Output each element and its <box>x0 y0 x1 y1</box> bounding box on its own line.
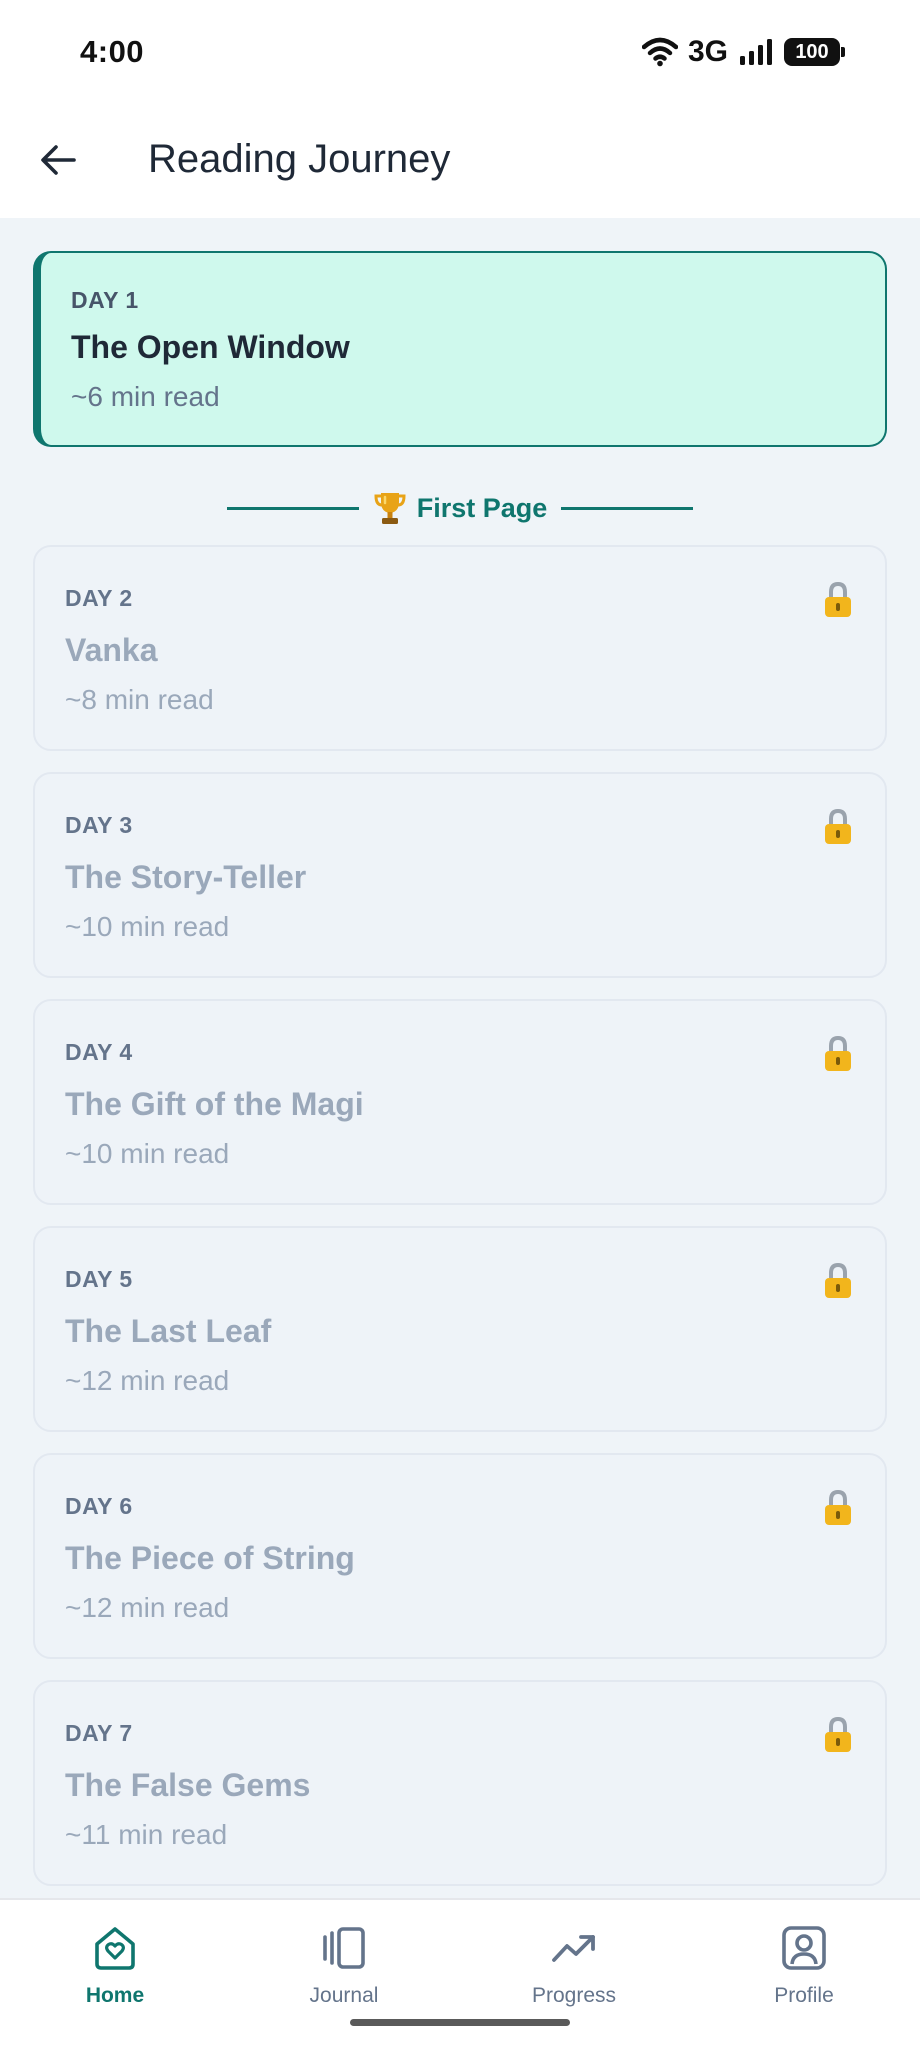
day-card-3[interactable]: DAY 3 The Story-Teller ~10 min read <box>33 772 887 978</box>
status-icons: 3G 100 <box>641 34 845 70</box>
read-time: ~12 min read <box>65 1365 230 1396</box>
read-time: ~10 min read <box>65 1138 230 1169</box>
nav-label: Progress <box>531 1984 617 2007</box>
day-card-7[interactable]: DAY 7 The False Gems ~11 min read <box>33 1680 887 1886</box>
story-title: The Open Window <box>71 329 350 365</box>
read-time: ~12 min read <box>65 1592 230 1623</box>
back-button[interactable] <box>30 132 86 188</box>
battery-level: 100 <box>795 40 829 63</box>
nav-label: Journal <box>309 1984 379 2007</box>
lock-icon <box>825 1035 851 1071</box>
home-heart-icon <box>95 1927 135 1970</box>
trending-up-icon <box>552 1935 595 1962</box>
milestone-line-right <box>561 506 694 510</box>
milestone-divider: First Page <box>0 486 920 530</box>
signal-icon <box>740 39 772 65</box>
bottom-nav: Home Journal Progress Profile <box>0 1898 920 2048</box>
lock-icon <box>825 1262 851 1298</box>
nav-label: Home <box>85 1984 145 2007</box>
day-label: DAY 6 <box>65 1493 133 1519</box>
lock-icon <box>825 1489 851 1525</box>
day-card-1[interactable]: DAY 1 The Open Window ~6 min read <box>33 251 887 447</box>
day-label: DAY 3 <box>65 812 133 838</box>
status-time: 4:00 <box>80 34 145 69</box>
story-title: The False Gems <box>65 1767 311 1803</box>
story-title: The Last Leaf <box>65 1313 272 1349</box>
home-indicator[interactable] <box>350 2019 570 2026</box>
milestone-line-left <box>226 506 359 510</box>
battery-icon: 100 <box>784 38 845 66</box>
read-time: ~11 min read <box>65 1819 228 1850</box>
story-title: The Gift of the Magi <box>65 1086 364 1122</box>
page-title: Reading Journey <box>148 137 451 181</box>
nav-label: Profile <box>774 1984 834 2007</box>
status-bar: 4:00 3G 100 <box>0 0 920 105</box>
nav-home[interactable]: Home <box>35 1914 195 2024</box>
lock-icon <box>825 1716 851 1752</box>
nav-journal[interactable]: Journal <box>264 1914 424 2024</box>
trophy-icon <box>374 493 406 524</box>
read-time: ~10 min read <box>65 911 230 942</box>
day-card-2[interactable]: DAY 2 Vanka ~8 min read <box>33 545 887 751</box>
journey-list[interactable]: DAY 1 The Open Window ~6 min read First … <box>0 218 920 1898</box>
day-label: DAY 1 <box>71 287 139 313</box>
day-label: DAY 2 <box>65 585 133 611</box>
nav-progress[interactable]: Progress <box>494 1914 654 2024</box>
lock-icon <box>825 581 851 617</box>
day-label: DAY 5 <box>65 1266 133 1292</box>
profile-icon <box>782 1926 826 1970</box>
milestone-label: First Page <box>416 492 548 523</box>
day-card-6[interactable]: DAY 6 The Piece of String ~12 min read <box>33 1453 887 1659</box>
journal-icon <box>323 1927 365 1969</box>
story-title: The Piece of String <box>65 1540 355 1576</box>
lock-icon <box>825 808 851 844</box>
arrow-left-icon <box>41 145 76 175</box>
day-label: DAY 4 <box>65 1039 133 1065</box>
network-type: 3G <box>687 35 728 68</box>
day-card-5[interactable]: DAY 5 The Last Leaf ~12 min read <box>33 1226 887 1432</box>
day-label: DAY 7 <box>65 1720 133 1746</box>
wifi-icon <box>641 37 678 67</box>
day-card-4[interactable]: DAY 4 The Gift of the Magi ~10 min read <box>33 999 887 1205</box>
milestone-badge: First Page <box>373 490 548 526</box>
story-title: The Story-Teller <box>65 859 307 895</box>
nav-profile[interactable]: Profile <box>724 1914 884 2024</box>
app-bar: Reading Journey <box>0 105 920 218</box>
read-time: ~8 min read <box>65 684 214 715</box>
read-time: ~6 min read <box>71 381 220 412</box>
story-title: Vanka <box>65 632 158 668</box>
